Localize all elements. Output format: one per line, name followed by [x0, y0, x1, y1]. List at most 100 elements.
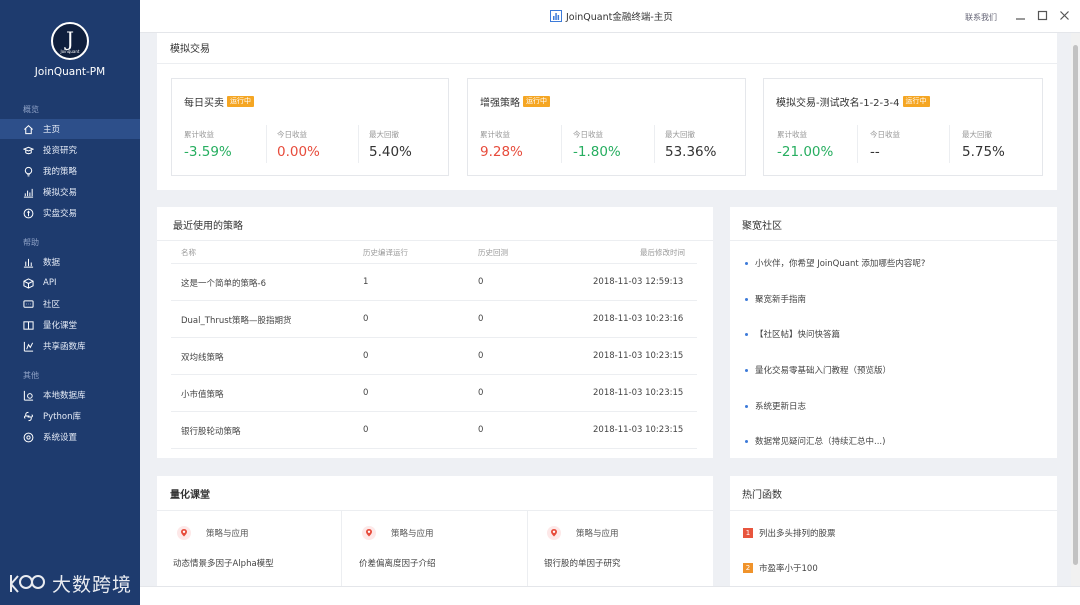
close-button[interactable]: [1057, 8, 1071, 22]
sidebar-item-label: 社区: [43, 300, 61, 310]
divider: [171, 337, 697, 338]
function-icon: [22, 340, 34, 352]
rank-badge: 1: [743, 528, 753, 538]
sidebar-item-label: 实盘交易: [43, 209, 78, 219]
status-badge: 运行中: [902, 96, 930, 107]
sidebar-item-label: 模拟交易: [43, 188, 78, 198]
sidebar-item-course[interactable]: 量化课堂: [0, 315, 140, 335]
course-item-link[interactable]: 银行股的单因子研究: [544, 557, 621, 569]
sidebar-item-sim-trade[interactable]: 模拟交易: [0, 182, 140, 202]
backtest-count-cell: 0: [478, 314, 484, 324]
sidebar-item-live-trade[interactable]: 实盘交易: [0, 203, 140, 223]
watermark-logo-icon: [10, 574, 45, 593]
data-chart-icon: [22, 256, 34, 268]
strategy-name-cell[interactable]: 双均线策略: [181, 351, 224, 363]
scrollbar-thumb[interactable]: [1073, 45, 1078, 565]
sidebar-item-label: Python库: [43, 412, 81, 422]
community-post-link[interactable]: 量化交易零基础入门教程（预览版）: [745, 364, 891, 376]
sidebar-item-python[interactable]: Python库: [0, 406, 140, 426]
sidebar-item-home[interactable]: 主页: [0, 119, 140, 139]
strategy-name-cell[interactable]: 小市值策略: [181, 388, 224, 400]
sim-trade-title: 模拟交易: [170, 44, 210, 55]
sidebar-item-label: 系统设置: [43, 433, 78, 443]
divider: [730, 240, 1057, 241]
community-post-link[interactable]: 【社区帖】快问快答篇: [745, 328, 840, 340]
sidebar-item-label: 量化课堂: [43, 321, 78, 331]
location-pin-icon: [362, 526, 376, 540]
bullet-icon: [745, 404, 748, 408]
compile-count-cell: 0: [363, 425, 369, 435]
course-item-link[interactable]: 动态情景多因子Alpha模型: [173, 557, 274, 569]
sim-card[interactable]: 每日买卖 运行中 累计收益 -3.59% 今日收益 0.00% 最大回撤 5.40%: [171, 78, 449, 176]
contact-link[interactable]: 联系我们: [965, 12, 997, 23]
divider: [561, 125, 562, 163]
logo-subtext: Joinquant: [60, 48, 80, 54]
community-post-link[interactable]: 数据常见疑问汇总（持续汇总中...): [745, 435, 885, 447]
metric-value: 5.40%: [369, 144, 412, 160]
community-title: 聚宽社区: [742, 221, 782, 232]
divider: [341, 510, 342, 586]
hot-function-link[interactable]: 1 列出多头排列的股票: [743, 527, 836, 539]
maximize-button[interactable]: [1035, 8, 1049, 22]
sidebar-item-local-db[interactable]: 本地数据库: [0, 385, 140, 405]
sidebar-item-shared-lib[interactable]: 共享函数库: [0, 336, 140, 356]
divider: [171, 411, 697, 412]
metric-label: 最大回撤: [962, 130, 992, 139]
divider: [730, 510, 1057, 511]
column-header-modified: 最后修改时间: [640, 248, 685, 257]
metric-label: 今日收益: [277, 130, 307, 139]
settings-icon: [22, 431, 34, 443]
logo-letter: J: [65, 26, 75, 51]
course-item-link[interactable]: 价差偏离度因子介绍: [359, 557, 436, 569]
avatar[interactable]: J Joinquant: [51, 22, 89, 60]
sidebar-item-label: 主页: [43, 125, 61, 135]
sidebar-item-community[interactable]: 社区: [0, 294, 140, 314]
minimize-button[interactable]: [1013, 8, 1027, 22]
sim-card[interactable]: 模拟交易-测试改名-1-2-3-4 运行中 累计收益 -21.00% 今日收益 -- …: [763, 78, 1043, 176]
metric-value: -3.59%: [184, 144, 232, 160]
sidebar-item-settings[interactable]: 系统设置: [0, 427, 140, 447]
course-title: 量化课堂: [170, 490, 210, 501]
metric-value: 9.28%: [480, 144, 523, 160]
community-post-link[interactable]: 系统更新日志: [745, 400, 806, 412]
status-badge: 运行中: [523, 96, 550, 107]
vertical-scrollbar[interactable]: [1071, 33, 1080, 586]
hot-function-link[interactable]: 2 市盈率小于100: [743, 562, 818, 574]
course-tag: 策略与应用: [547, 526, 619, 540]
metric-value: 53.36%: [665, 144, 717, 160]
sidebar-item-my-strategy[interactable]: 我的策略: [0, 161, 140, 181]
sim-card[interactable]: 增强策略 运行中 累计收益 9.28% 今日收益 -1.80% 最大回撤 53.36%: [467, 78, 746, 176]
bullet-icon: [745, 368, 748, 372]
metric-label: 最大回撤: [369, 130, 399, 139]
strategy-name-cell[interactable]: Dual_Thrust策略—股指期货: [181, 314, 291, 326]
metric-label: 最大回撤: [665, 130, 695, 139]
window-title-text: JoinQuant金融终端-主页: [566, 12, 673, 23]
community-post-title: 数据常见疑问汇总（持续汇总中...): [755, 437, 886, 447]
maximize-icon: [1037, 10, 1047, 20]
strategy-name-cell[interactable]: 这是一个简单的策略-6: [181, 277, 266, 289]
divider: [171, 263, 697, 264]
sidebar-item-research[interactable]: 投资研究: [0, 140, 140, 160]
bullet-icon: [745, 261, 748, 265]
metric-value: -1.80%: [573, 144, 621, 160]
community-post-link[interactable]: 聚宽新手指南: [745, 293, 806, 305]
bulb-icon: [22, 165, 34, 177]
database-icon: [22, 389, 34, 401]
metric-label: 累计收益: [184, 130, 214, 139]
sidebar-item-data[interactable]: 数据: [0, 252, 140, 272]
coin-icon: [22, 207, 34, 219]
course-tag: 策略与应用: [177, 526, 249, 540]
course-tag-label: 策略与应用: [576, 529, 619, 539]
sidebar-item-api[interactable]: API: [0, 273, 140, 293]
sidebar-section-other: 其他: [23, 371, 39, 380]
home-icon: [22, 123, 34, 135]
strategy-name-cell[interactable]: 银行股轮动策略: [181, 425, 241, 437]
divider: [157, 240, 713, 241]
sidebar-section-help: 帮助: [23, 238, 39, 247]
watermark: 大数跨境: [8, 570, 132, 597]
hot-function-label: 市盈率小于100: [759, 564, 818, 574]
community-post-link[interactable]: 小伙伴，你希望 JoinQuant 添加哪些内容呢?: [745, 257, 925, 269]
rank-badge: 2: [743, 563, 753, 573]
strategy-name: 模拟交易-测试改名-1-2-3-4: [776, 98, 900, 109]
metric-value: 5.75%: [962, 144, 1005, 160]
